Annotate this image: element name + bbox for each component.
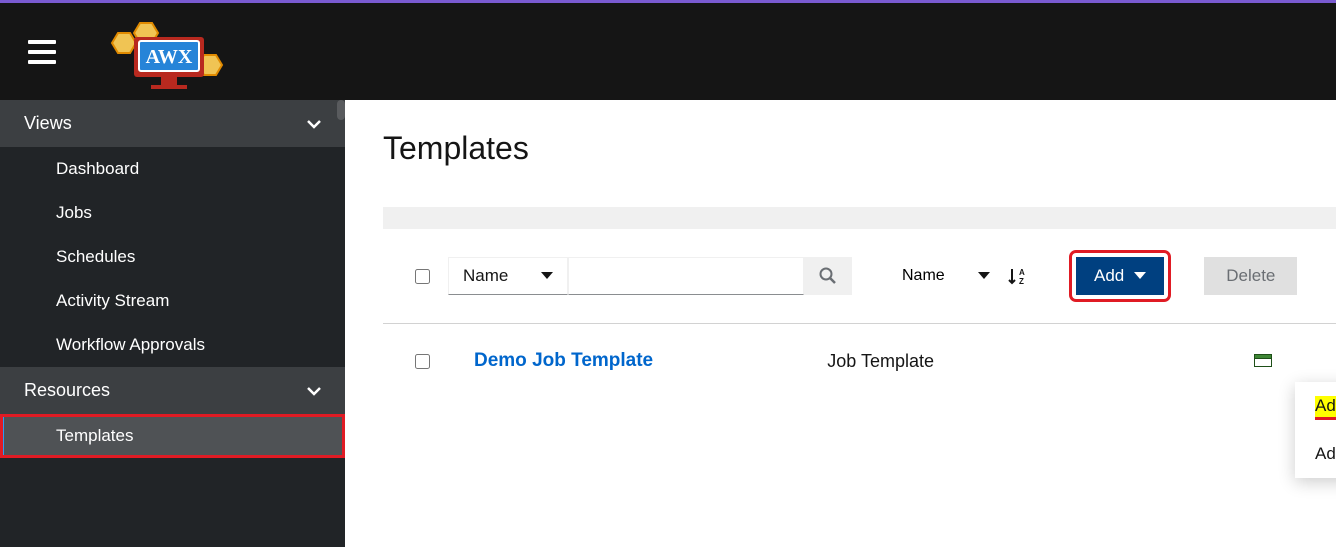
sidebar-item-jobs[interactable]: Jobs	[0, 191, 345, 235]
sort-order-button[interactable]: A Z	[998, 257, 1036, 295]
add-job-template-item[interactable]: Add job template	[1295, 382, 1336, 430]
hamburger-menu-button[interactable]	[28, 40, 56, 64]
search-button[interactable]	[804, 257, 852, 295]
chevron-down-icon	[307, 384, 321, 398]
status-success-icon[interactable]	[1254, 354, 1272, 368]
template-type-label: Job Template	[827, 351, 934, 372]
sidebar-section-resources[interactable]: Resources	[0, 367, 345, 414]
svg-text:AWX: AWX	[146, 46, 193, 68]
sort-key-select[interactable]: Name	[888, 257, 998, 295]
page-title: Templates	[383, 130, 1336, 167]
sort-alpha-icon: A Z	[1007, 266, 1027, 286]
dropdown-item-label: Add workflow template	[1315, 444, 1336, 463]
select-all-checkbox[interactable]	[415, 269, 430, 284]
svg-text:Z: Z	[1019, 277, 1024, 286]
awx-logo: AWX	[106, 13, 236, 91]
filter-key-select[interactable]: Name	[448, 257, 568, 295]
sort-key-label: Name	[902, 267, 945, 285]
chevron-down-icon	[307, 117, 321, 131]
dropdown-item-label: Add job template	[1315, 396, 1336, 420]
sidebar-section-views[interactable]: Views	[0, 100, 345, 147]
sidebar-item-schedules[interactable]: Schedules	[0, 235, 345, 279]
template-name-link[interactable]: Demo Job Template	[474, 350, 653, 372]
search-input[interactable]	[568, 257, 804, 295]
sidebar-item-activity-stream[interactable]: Activity Stream	[0, 279, 345, 323]
add-dropdown-menu: Add job template Add workflow template	[1295, 382, 1336, 478]
sidebar-item-templates[interactable]: Templates	[0, 414, 345, 458]
svg-text:A: A	[1019, 268, 1025, 277]
caret-down-icon	[1134, 272, 1146, 285]
sidebar-item-workflow-approvals[interactable]: Workflow Approvals	[0, 323, 345, 367]
add-workflow-template-item[interactable]: Add workflow template	[1295, 430, 1336, 478]
sidebar-section-label: Views	[24, 113, 72, 134]
add-button[interactable]: Add	[1076, 257, 1164, 295]
delete-button[interactable]: Delete	[1204, 257, 1297, 295]
search-icon	[819, 267, 837, 285]
caret-down-icon	[541, 272, 553, 285]
sidebar-item-dashboard[interactable]: Dashboard	[0, 147, 345, 191]
caret-down-icon	[978, 272, 990, 285]
filter-key-label: Name	[463, 266, 508, 286]
row-checkbox[interactable]	[415, 354, 430, 369]
sidebar-section-label: Resources	[24, 380, 110, 401]
add-button-label: Add	[1094, 266, 1124, 286]
table-row: Demo Job Template Job Template	[383, 324, 1336, 398]
